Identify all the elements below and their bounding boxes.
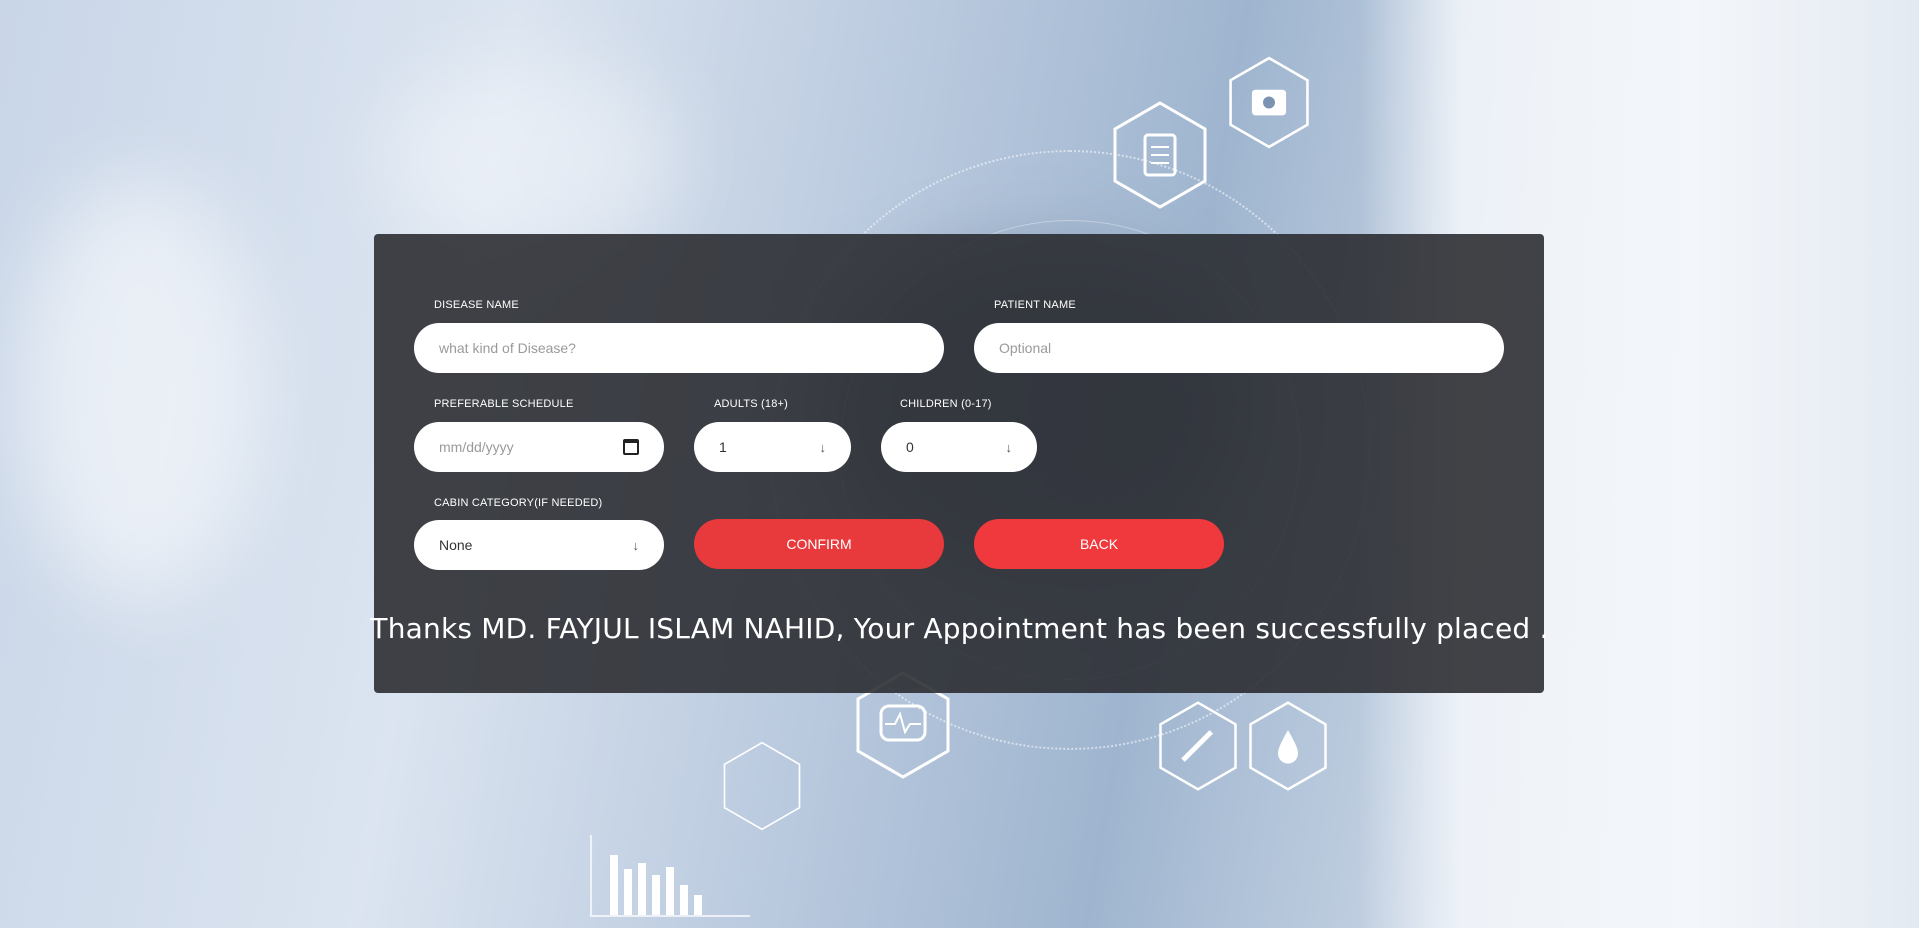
- adults-select[interactable]: 1 ↓: [694, 422, 851, 472]
- disease-name-placeholder: what kind of Disease?: [439, 340, 576, 356]
- patient-name-input[interactable]: Optional: [974, 323, 1504, 373]
- hexagon-outline: [722, 740, 802, 832]
- disease-name-input[interactable]: what kind of Disease?: [414, 323, 944, 373]
- children-value: 0: [906, 439, 914, 455]
- success-message: Thanks MD. FAYJUL ISLAM NAHID, Your Appo…: [370, 612, 1549, 645]
- syringe-icon: [1158, 700, 1238, 792]
- cabin-category-select[interactable]: None ↓: [414, 520, 664, 570]
- adults-value: 1: [719, 439, 727, 455]
- schedule-date-input[interactable]: mm/dd/yyyy: [414, 422, 664, 472]
- arrow-down-icon: ↓: [1005, 439, 1013, 455]
- children-label: CHILDREN (0-17): [900, 398, 992, 410]
- disease-name-label: DISEASE NAME: [434, 299, 519, 311]
- cabin-category-value: None: [439, 537, 473, 553]
- drop-icon: [1248, 700, 1328, 792]
- arrow-down-icon: ↓: [819, 439, 827, 455]
- clipboard-icon: [1112, 100, 1208, 210]
- patient-name-label: PATIENT NAME: [994, 299, 1076, 311]
- cabin-category-label: CABIN CATEGORY(IF NEEDED): [434, 497, 603, 509]
- patient-name-placeholder: Optional: [999, 340, 1052, 356]
- bar-graphic: [590, 835, 750, 917]
- schedule-placeholder: mm/dd/yyyy: [439, 439, 514, 455]
- adults-label: ADULTS (18+): [714, 398, 789, 410]
- schedule-label: PREFERABLE SCHEDULE: [434, 398, 574, 410]
- confirm-button[interactable]: CONFIRM: [694, 519, 944, 569]
- children-select[interactable]: 0 ↓: [881, 422, 1037, 472]
- calendar-icon[interactable]: [623, 439, 639, 455]
- back-button[interactable]: BACK: [974, 519, 1224, 569]
- medical-kit-icon: [1228, 55, 1310, 150]
- arrow-down-icon: ↓: [632, 537, 640, 553]
